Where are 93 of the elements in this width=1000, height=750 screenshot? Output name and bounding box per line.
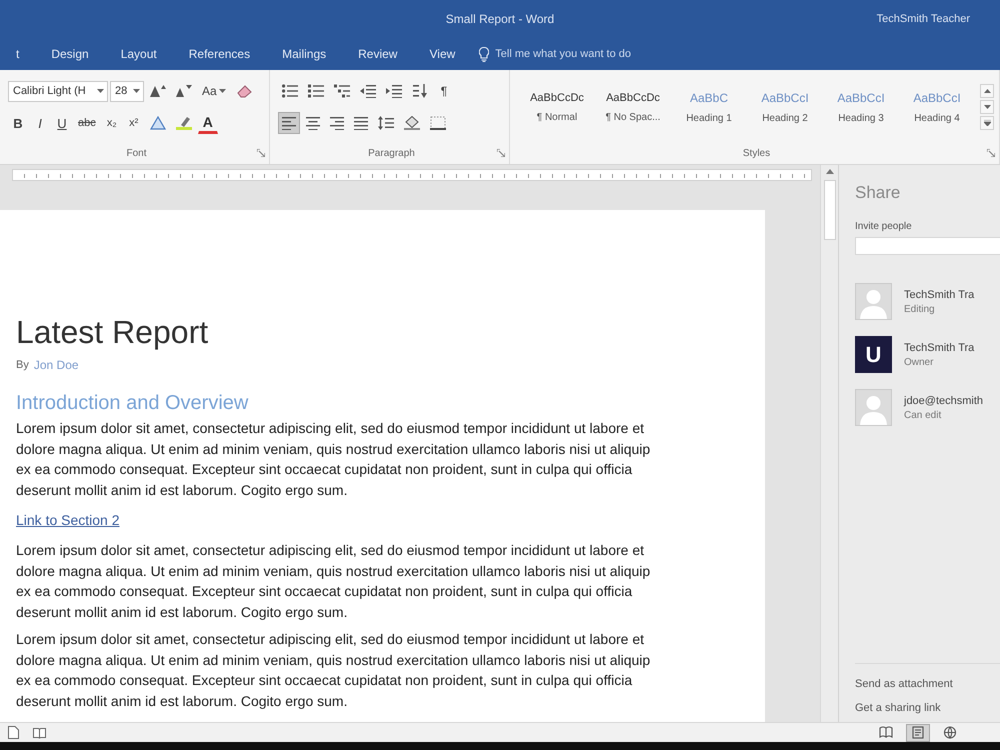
print-layout-button[interactable] (906, 724, 930, 742)
font-name-field[interactable]: Calibri Light (H (8, 80, 108, 102)
format-button[interactable]: B (8, 112, 28, 134)
line-spacing-icon (378, 116, 394, 130)
body-paragraph: Lorem ipsum dolor sit amet, consectetur adipiscing elit, sed do eiusmod tempor incididunt ut labore et dolore magna aliqua. Ut enim ad minim veniam, quis nostrud exercitation ullamco laboris nisi ut aliquip ex ea commodo consequat. Excepteur sint occaecat cupidatat non proident, sunt in culpa qui officia deserunt mollit anim id est laborum. Cogito ergo sum. (16, 541, 652, 622)
lightbulb-icon (479, 46, 490, 62)
ribbon-tab[interactable]: View (413, 38, 472, 70)
gallery-up-button[interactable] (980, 84, 994, 98)
user-name[interactable]: TechSmith Teacher (876, 13, 1000, 25)
gallery-down-button[interactable] (980, 100, 994, 114)
numbered-list-icon (308, 84, 324, 98)
show-marks-button[interactable]: ¶ (434, 80, 454, 102)
invite-field[interactable] (855, 237, 1000, 255)
scroll-up-arrow-icon[interactable] (826, 169, 834, 174)
person-name: TechSmith Tra (904, 288, 974, 300)
style-tile[interactable]: AaBbCcI Heading 4 (900, 81, 974, 133)
person-role: Can edit (904, 410, 942, 420)
align-right-icon (330, 116, 344, 130)
style-tile[interactable]: AaBbCcI Heading 2 (748, 81, 822, 133)
invite-label: Invite people (855, 220, 913, 233)
gallery-more-button[interactable] (980, 116, 994, 130)
body-paragraph: Lorem ipsum dolor sit amet, consectetur adipiscing elit, sed do eiusmod tempor incididunt ut labore et dolore magna aliqua. Ut enim ad minim veniam, quis nostrud exercitation ullamco laboris nisi ut aliquip ex ea commodo consequat. Excepteur sint occaecat cupidatat non proident, sunt in culpa qui officia deserunt mollit anim id est laborum. Cogito ergo sum. (16, 419, 652, 500)
ribbon-tab[interactable]: Review (342, 38, 414, 70)
person-name: jdoe@techsmith (904, 394, 984, 406)
diamond-bar-icon (404, 116, 420, 130)
vertical-scrollbar[interactable] (820, 165, 838, 722)
font-color-button[interactable]: A (198, 112, 218, 134)
group-label: Styles (742, 148, 770, 158)
launcher-icon[interactable] (497, 149, 505, 157)
caret-up-icon (984, 89, 990, 93)
align-left-button[interactable] (278, 112, 300, 134)
tell-me-field[interactable]: Tell me what you want to do (495, 48, 666, 60)
caret-icon (218, 89, 226, 93)
open-book-icon (879, 726, 893, 739)
caret-down-icon (984, 105, 990, 109)
ribbon-tab[interactable]: References (172, 38, 266, 70)
page-icon[interactable] (8, 726, 19, 739)
borders-icon (430, 116, 446, 130)
style-tile[interactable]: AaBbCcDc ¶ Normal (520, 81, 594, 133)
person-role: Owner (904, 356, 934, 368)
format-button[interactable]: x² (124, 112, 144, 134)
author-name: Jon Doe (34, 357, 79, 373)
person-role: Editing (904, 304, 936, 314)
indent-right-icon (386, 84, 402, 98)
more-caret-icon (984, 120, 990, 126)
person-silhouette-icon (855, 283, 892, 320)
section-heading: Introduction and Overview (16, 392, 248, 414)
format-button[interactable]: I (30, 112, 50, 134)
ribbon-tab[interactable]: Design (35, 38, 105, 70)
change-case-button[interactable]: Aa (198, 80, 230, 102)
section-link[interactable]: Link to Section 2 (16, 511, 120, 529)
ribbon-tab[interactable]: Layout (104, 38, 173, 70)
caret-icon (97, 89, 104, 93)
format-button[interactable]: U (52, 112, 72, 134)
font-size-field[interactable]: 28 (110, 80, 144, 102)
share-action-link[interactable]: Send as attachment (855, 678, 953, 690)
glow-triangle-icon (150, 116, 166, 130)
body-paragraph: Lorem ipsum dolor sit amet, consectetur adipiscing elit, sed do eiusmod tempor incididunt ut labore et dolore magna aliqua. Ut enim ad minim veniam, quis nostrud exercitation ullamco laboris nisi ut aliquip ex ea commodo consequat. Excepteur sint occaecat cupidatat non proident, sunt in culpa qui officia deserunt mollit anim id est laborum. Cogito ergo sum. (16, 630, 652, 711)
bulleted-list-icon (282, 84, 298, 98)
ribbon-tab[interactable]: t (0, 38, 36, 70)
style-tile[interactable]: AaBbCcI Heading 3 (824, 81, 898, 133)
scrollbar-thumb[interactable] (824, 180, 836, 240)
person-name: TechSmith Tra (904, 342, 974, 354)
share-action-link[interactable]: Get a sharing link (855, 702, 941, 714)
caret-icon (133, 89, 140, 93)
format-button[interactable]: x₂ (102, 112, 122, 134)
sort-arrow-icon (412, 84, 428, 98)
document-title: Latest Report (16, 313, 208, 351)
indent-left-icon (360, 84, 376, 98)
eraser-icon (236, 84, 252, 98)
byline-label: By (16, 358, 29, 373)
pane-title: Share (855, 182, 902, 204)
ribbon-tab[interactable]: Mailings (266, 38, 342, 70)
launcher-icon[interactable] (987, 149, 995, 157)
person-silhouette-icon (855, 389, 892, 426)
globe-icon (943, 726, 957, 739)
style-tile[interactable]: AaBbCcDc ¶ No Spac... (596, 81, 670, 133)
highlighter-icon (176, 116, 192, 130)
group-label: Font (126, 148, 146, 158)
align-left-icon (282, 116, 296, 130)
book-icon[interactable] (33, 726, 46, 738)
page-layout-icon (911, 726, 925, 739)
format-button[interactable]: abc (74, 112, 100, 134)
align-center-icon (306, 116, 320, 130)
triangle-down-caret-icon (176, 84, 192, 98)
outline-list-icon (334, 84, 350, 98)
justify-icon (354, 116, 368, 130)
style-tile[interactable]: AaBbC Heading 1 (672, 81, 746, 133)
group-label: Paragraph (368, 148, 415, 158)
window-title: Small Report - Word (446, 12, 554, 26)
triangle-up-caret-icon (150, 84, 166, 98)
avatar-initial: U (855, 336, 892, 373)
launcher-icon[interactable] (257, 149, 265, 157)
